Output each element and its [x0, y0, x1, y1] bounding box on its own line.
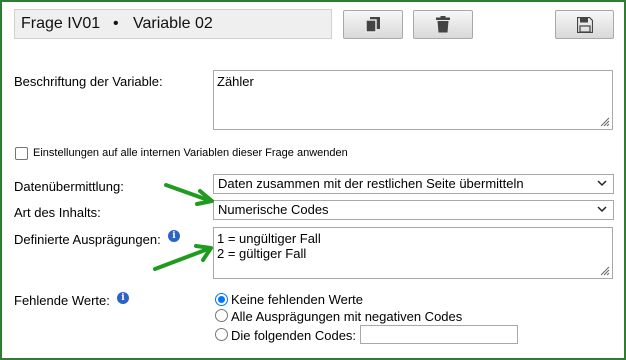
radio-no-missing[interactable] [215, 293, 228, 306]
variable-label-caption: Beschriftung der Variable: [14, 74, 163, 89]
radio-negative-codes-label: Alle Ausprägungen mit negativen Codes [231, 309, 463, 324]
resize-grip-icon[interactable] [600, 117, 610, 127]
content-type-selected: Numerische Codes [218, 202, 329, 217]
copy-icon [365, 17, 380, 33]
radio-negative-codes[interactable] [215, 309, 228, 322]
annotation-arrow-icon [153, 244, 213, 271]
variable-label-value: Zähler [217, 74, 254, 89]
defined-values-label: Definierte Ausprägungen: [14, 232, 161, 247]
delete-button[interactable] [413, 10, 473, 39]
copy-button[interactable] [343, 10, 403, 39]
info-icon[interactable]: i [117, 292, 129, 304]
resize-grip-icon[interactable] [600, 266, 610, 276]
variable-label-textarea[interactable]: Zähler [213, 70, 613, 130]
question-id: Frage IV01 [21, 15, 101, 32]
trash-icon [436, 16, 450, 33]
variable-name: Variable 02 [133, 15, 213, 32]
radio-following-codes[interactable] [215, 328, 228, 341]
transmission-selected: Daten zusammen mit der restlichen Seite … [218, 176, 524, 191]
save-button[interactable] [555, 10, 614, 39]
missing-values-label: Fehlende Werte: [14, 293, 110, 308]
defined-value-line: 2 = gültiger Fall [217, 246, 307, 261]
content-type-label: Art des Inhalts: [14, 205, 101, 220]
chevron-down-icon [597, 206, 607, 213]
header-title-box: Frage IV01 • Variable 02 [14, 9, 332, 39]
chevron-down-icon [597, 180, 607, 187]
missing-codes-input[interactable] [360, 325, 518, 344]
radio-following-codes-label: Die folgenden Codes: [231, 328, 357, 343]
annotation-arrow-icon [164, 183, 214, 206]
apply-all-checkbox[interactable] [15, 147, 28, 160]
title-separator: • [113, 15, 119, 32]
apply-all-label: Einstellungen auf alle internen Variable… [33, 147, 348, 159]
content-type-select[interactable]: Numerische Codes [213, 200, 614, 220]
transmission-select[interactable]: Daten zusammen mit der restlichen Seite … [213, 174, 614, 194]
defined-value-line: 1 = ungültiger Fall [217, 231, 321, 246]
floppy-disk-icon [576, 16, 593, 33]
defined-values-textarea[interactable]: 1 = ungültiger Fall 2 = gültiger Fall [213, 227, 613, 279]
transmission-label: Datenübermittlung: [14, 179, 124, 194]
radio-no-missing-label: Keine fehlenden Werte [231, 292, 364, 307]
